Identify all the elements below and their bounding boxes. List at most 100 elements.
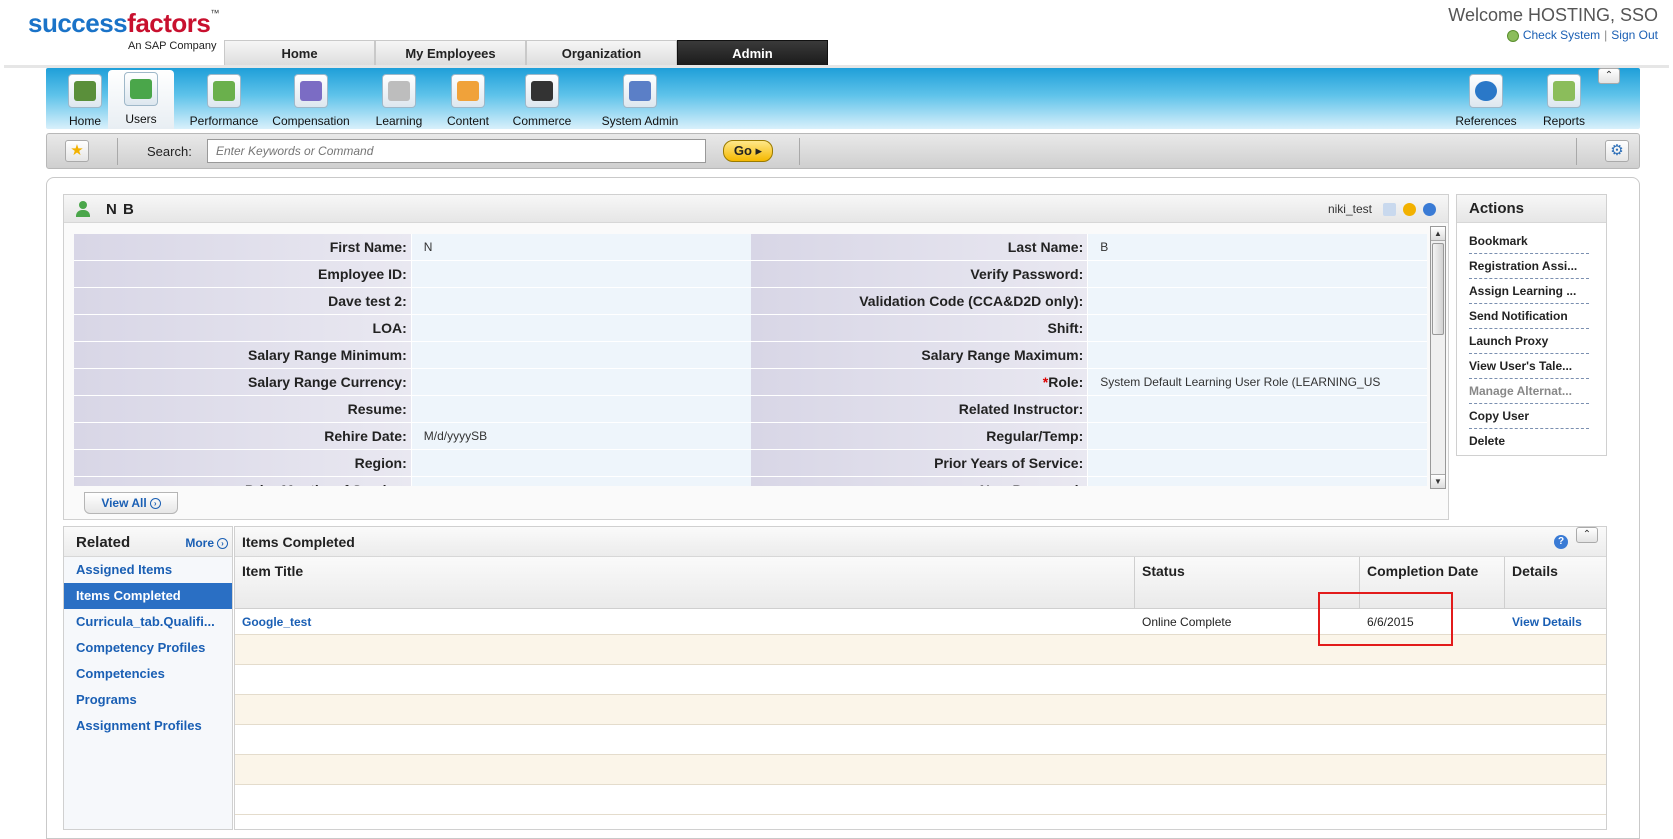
- successfactors-logo[interactable]: successfactors™ An SAP Company: [28, 8, 219, 52]
- field-value[interactable]: B: [1087, 234, 1427, 260]
- field-row: Employee ID: Verify Password:: [74, 261, 1427, 288]
- gear-icon[interactable]: ⚙: [1605, 140, 1629, 162]
- nav-tab-organization[interactable]: Organization: [526, 40, 677, 66]
- nav-tab-my-employees[interactable]: My Employees: [375, 40, 526, 66]
- field-value[interactable]: [410, 396, 751, 422]
- commerce-briefcase-icon: [525, 74, 559, 108]
- field-value[interactable]: [410, 261, 751, 287]
- module-label: Content: [446, 114, 490, 128]
- field-value[interactable]: [410, 369, 751, 395]
- field-value[interactable]: [1087, 450, 1427, 476]
- help-icon[interactable]: ?: [1554, 535, 1568, 549]
- module-commerce[interactable]: Commerce: [502, 72, 582, 129]
- help-icon[interactable]: [1423, 203, 1436, 216]
- action-send-notification[interactable]: Send Notification: [1469, 304, 1589, 329]
- module-system-admin[interactable]: System Admin: [594, 72, 686, 129]
- field-label-text: Role:: [1048, 374, 1084, 390]
- welcome-text: Welcome HOSTING, SSO: [1448, 5, 1658, 25]
- arrow-right-icon: ›: [149, 498, 161, 510]
- field-label: Last Name:: [750, 234, 1088, 260]
- related-item-programs[interactable]: Programs: [64, 687, 232, 713]
- field-value[interactable]: [410, 450, 751, 476]
- action-launch-proxy[interactable]: Launch Proxy: [1469, 329, 1589, 354]
- sign-out-link[interactable]: Sign Out: [1611, 28, 1658, 42]
- module-users[interactable]: Users: [108, 70, 174, 129]
- field-value[interactable]: [1087, 396, 1427, 422]
- field-label: Resume:: [74, 396, 411, 422]
- user-icon: [76, 201, 90, 217]
- field-label: New Password:: [750, 477, 1088, 486]
- related-item-competencies[interactable]: Competencies: [64, 661, 232, 687]
- module-content[interactable]: Content: [435, 72, 501, 129]
- go-button[interactable]: Go ▸: [723, 140, 773, 162]
- details-view-icon[interactable]: [1383, 203, 1396, 216]
- field-value[interactable]: N: [410, 234, 751, 260]
- field-value[interactable]: [1087, 315, 1427, 341]
- field-value[interactable]: [410, 477, 751, 486]
- related-item-assigned-items[interactable]: Assigned Items: [64, 557, 232, 583]
- field-label: Verify Password:: [750, 261, 1088, 287]
- search-label: Search:: [147, 144, 192, 159]
- field-row: First Name: N Last Name: B: [74, 234, 1427, 261]
- collapse-panel-button[interactable]: ⌃: [1576, 527, 1598, 543]
- action-registration-assistant[interactable]: Registration Assi...: [1469, 254, 1589, 279]
- brand-subtitle: An SAP Company: [128, 40, 217, 52]
- field-value[interactable]: M/d/yyyySB: [410, 423, 751, 449]
- comment-icon[interactable]: [1403, 203, 1416, 216]
- related-item-assignment-profiles[interactable]: Assignment Profiles: [64, 713, 232, 739]
- action-delete[interactable]: Delete: [1469, 429, 1589, 454]
- field-row: Dave test 2: Validation Code (CCA&D2D on…: [74, 288, 1427, 315]
- field-row: Region: Prior Years of Service:: [74, 450, 1427, 477]
- nav-tab-admin[interactable]: Admin: [677, 40, 828, 66]
- module-learning[interactable]: Learning: [366, 72, 432, 129]
- action-bookmark[interactable]: Bookmark: [1469, 229, 1589, 254]
- action-copy-user[interactable]: Copy User: [1469, 404, 1589, 429]
- field-label: Prior Years of Service:: [750, 450, 1088, 476]
- actions-panel: Actions Bookmark Registration Assi... As…: [1456, 194, 1607, 456]
- module-references[interactable]: References: [1441, 72, 1531, 129]
- info-icon: [1469, 74, 1503, 108]
- column-header-item-title[interactable]: Item Title: [235, 557, 1135, 608]
- module-reports[interactable]: Reports: [1529, 72, 1599, 129]
- view-details-link[interactable]: View Details: [1505, 609, 1606, 634]
- check-system-link[interactable]: Check System: [1523, 28, 1600, 42]
- field-label: Shift:: [750, 315, 1088, 341]
- search-input[interactable]: [207, 139, 706, 163]
- related-item-curricula[interactable]: Curricula_tab.Qualifi...: [64, 609, 232, 635]
- collapse-module-bar-button[interactable]: ⌃: [1598, 68, 1620, 84]
- reports-chart-icon: [1547, 74, 1581, 108]
- field-value[interactable]: System Default Learning User Role (LEARN…: [1087, 369, 1427, 395]
- view-all-label: View All: [101, 496, 147, 510]
- nav-tab-home[interactable]: Home: [224, 40, 375, 66]
- items-completed-panel: Items Completed ? ⌃ Item Title Status Co…: [234, 526, 1607, 830]
- more-label: More: [185, 536, 214, 550]
- field-value[interactable]: [410, 342, 751, 368]
- field-value[interactable]: [1087, 477, 1427, 486]
- field-label: Dave test 2:: [74, 288, 411, 314]
- brand-wordmark: successfactors: [28, 8, 211, 38]
- scroll-thumb[interactable]: [1432, 243, 1444, 335]
- star-icon[interactable]: ★: [65, 140, 89, 162]
- item-title-link[interactable]: Google_test: [235, 609, 1135, 634]
- view-all-button[interactable]: View All ›: [84, 492, 178, 514]
- field-value[interactable]: [1087, 288, 1427, 314]
- field-value[interactable]: [1087, 261, 1427, 287]
- actions-title: Actions: [1457, 195, 1606, 223]
- related-more-link[interactable]: More ›: [185, 536, 228, 550]
- link-separator: |: [1604, 28, 1608, 42]
- related-item-items-completed[interactable]: Items Completed: [64, 583, 232, 609]
- module-compensation[interactable]: Compensation: [258, 72, 364, 129]
- actions-list: Bookmark Registration Assi... Assign Lea…: [1457, 223, 1606, 454]
- search-bar: ★ Search: Go ▸ ⚙: [46, 133, 1640, 169]
- field-value[interactable]: [1087, 342, 1427, 368]
- related-item-competency-profiles[interactable]: Competency Profiles: [64, 635, 232, 661]
- scroll-down-icon[interactable]: ▼: [1431, 474, 1445, 488]
- field-value[interactable]: [410, 288, 751, 314]
- field-value[interactable]: [410, 315, 751, 341]
- field-value[interactable]: [1087, 423, 1427, 449]
- scroll-up-icon[interactable]: ▲: [1431, 227, 1445, 241]
- related-header: Related More ›: [64, 527, 232, 557]
- action-assign-learning[interactable]: Assign Learning ...: [1469, 279, 1589, 304]
- action-view-users-talent[interactable]: View User's Tale...: [1469, 354, 1589, 379]
- field-grid-scrollbar[interactable]: ▲ ▼: [1430, 226, 1446, 489]
